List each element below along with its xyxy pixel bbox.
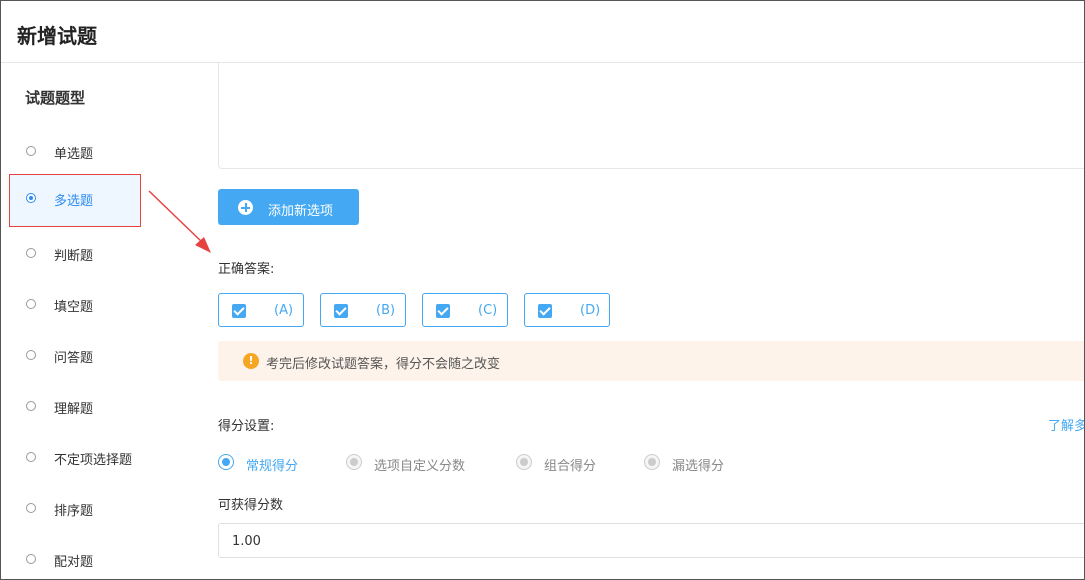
- question-type-sidebar: 试题题型 单选题 多选题 判断题 填空题 问答题 理解题 不定项选择题 排序题 …: [1, 63, 201, 579]
- answer-checkbox-b[interactable]: (B): [320, 293, 406, 327]
- radio-icon[interactable]: [26, 401, 36, 411]
- sidebar-item-label: 单选题: [54, 147, 94, 162]
- option-editor-area[interactable]: [218, 62, 1084, 169]
- radio-icon[interactable]: [26, 452, 36, 462]
- radio-disabled-icon[interactable]: [516, 454, 532, 470]
- sidebar-item-label: 问答题: [54, 351, 94, 366]
- answer-checkbox-a[interactable]: (A): [218, 293, 304, 327]
- page-title: 新增试题: [17, 24, 97, 48]
- page-header: 新增试题: [1, 1, 1084, 63]
- score-option-label: 组合得分: [544, 459, 597, 474]
- checkbox-checked-icon[interactable]: [232, 304, 246, 318]
- answer-label: (D): [580, 303, 601, 318]
- sidebar-title: 试题题型: [25, 89, 86, 107]
- sidebar-item-fill-blank[interactable]: 填空题: [9, 280, 141, 330]
- answer-checkbox-d[interactable]: (D): [524, 293, 610, 327]
- radio-icon[interactable]: [26, 248, 36, 258]
- sidebar-item-label: 配对题: [54, 555, 94, 570]
- add-option-button[interactable]: 添加新选项: [218, 189, 359, 225]
- learn-more-link[interactable]: 了解多: [1048, 415, 1084, 434]
- score-option-label: 漏选得分: [672, 459, 725, 474]
- annotation-arrow-icon: [148, 190, 211, 253]
- checkbox-checked-icon[interactable]: [436, 304, 450, 318]
- sidebar-item-label: 排序题: [54, 504, 94, 519]
- score-value-text: 1.00: [232, 534, 261, 549]
- answer-label: (C): [478, 303, 498, 318]
- sidebar-item-single-choice[interactable]: 单选题: [9, 127, 141, 177]
- window-frame: 新增试题 试题题型 单选题 多选题 判断题 填空题 问答题 理解题 不定项选择题…: [0, 0, 1085, 580]
- radio-icon[interactable]: [26, 299, 36, 309]
- radio-icon[interactable]: [26, 350, 36, 360]
- sidebar-item-label: 判断题: [54, 249, 94, 264]
- sidebar-item-indefinite-choice[interactable]: 不定项选择题: [9, 433, 141, 483]
- answer-checkbox-c[interactable]: (C): [422, 293, 508, 327]
- sidebar-item-label: 理解题: [54, 402, 94, 417]
- warning-icon: !: [243, 353, 259, 369]
- radio-selected-icon[interactable]: [26, 193, 36, 203]
- sidebar-item-comprehension[interactable]: 理解题: [9, 382, 141, 432]
- sidebar-item-true-false[interactable]: 判断题: [9, 229, 141, 279]
- sidebar-item-label: 填空题: [54, 300, 94, 315]
- radio-icon[interactable]: [26, 146, 36, 156]
- radio-icon[interactable]: [26, 503, 36, 513]
- correct-answer-label: 正确答案:: [218, 262, 275, 277]
- radio-selected-icon[interactable]: [218, 454, 234, 470]
- answer-label: (A): [274, 303, 294, 318]
- radio-icon[interactable]: [26, 554, 36, 564]
- answer-change-notice: ! 考完后修改试题答案，得分不会随之改变: [218, 341, 1084, 381]
- sidebar-item-multiple-choice[interactable]: 多选题: [9, 174, 141, 227]
- checkbox-checked-icon[interactable]: [334, 304, 348, 318]
- sidebar-item-question-answer[interactable]: 问答题: [9, 331, 141, 381]
- score-settings-label: 得分设置:: [218, 419, 275, 434]
- score-option-label: 选项自定义分数: [374, 459, 466, 474]
- add-option-label: 添加新选项: [268, 204, 334, 219]
- score-value-input[interactable]: 1.00: [218, 523, 1084, 558]
- radio-disabled-icon[interactable]: [644, 454, 660, 470]
- score-option-label: 常规得分: [246, 459, 299, 474]
- plus-circle-icon: [238, 200, 253, 215]
- sidebar-item-matching[interactable]: 配对题: [9, 535, 141, 579]
- sidebar-item-label: 多选题: [54, 194, 94, 209]
- score-value-label: 可获得分数: [218, 498, 284, 513]
- sidebar-item-label: 不定项选择题: [54, 453, 133, 468]
- radio-disabled-icon[interactable]: [346, 454, 362, 470]
- answer-label: (B): [376, 303, 396, 318]
- notice-text: 考完后修改试题答案，得分不会随之改变: [266, 357, 501, 372]
- sidebar-item-ordering[interactable]: 排序题: [9, 484, 141, 534]
- checkbox-checked-icon[interactable]: [538, 304, 552, 318]
